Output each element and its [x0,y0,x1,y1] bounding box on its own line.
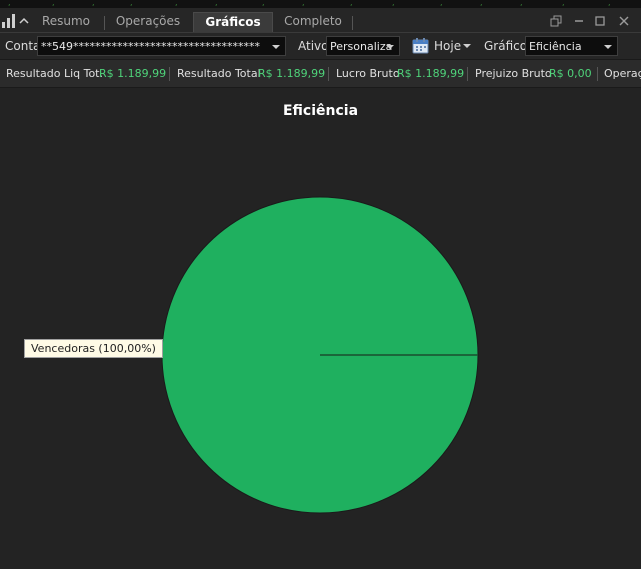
ativo-label: Ativo [298,39,329,53]
tab-resumo[interactable]: Resumo [36,12,96,31]
top-status-strip: ,,,,,,,,,,,,,,, [0,0,641,8]
summary-bar: Resultado Liq Tot. R$ 1.189,99 Resultado… [0,59,641,88]
pie-slice-label: Vencedoras (100,00%) [24,339,163,358]
summary-value-prejuizo-bruto: R$ 0,00 [549,67,592,80]
summary-label-resultado-liq: Resultado Liq Tot. [6,67,103,80]
status-tick: , [52,0,55,7]
chevron-down-icon [386,45,394,49]
status-tick: , [520,0,523,7]
chevron-down-icon [272,45,280,49]
status-tick: , [92,0,95,7]
tab-separator [352,16,353,30]
summary-value-resultado-total: R$ 1.189,99 [258,67,326,80]
summary-value-lucro-bruto: R$ 1.189,99 [397,67,465,80]
summary-value-resultado-liq: R$ 1.189,99 [99,67,167,80]
ativo-select[interactable]: Personaliza [326,36,400,56]
restore-window-icon[interactable] [549,14,563,28]
summary-separator [597,67,598,81]
status-tick: , [8,0,11,7]
status-tick: , [215,0,218,7]
grafico-label: Gráfico [484,39,528,53]
status-tick: , [175,0,178,7]
maximize-icon[interactable] [593,14,607,28]
status-tick: , [262,0,265,7]
bar-chart-icon[interactable] [1,13,17,29]
chevron-down-icon [604,45,612,49]
ativo-value: Personaliza [330,40,393,53]
summary-label-operacoes: Operaç [604,67,641,80]
tab-operacoes[interactable]: Operações [112,12,184,31]
status-tick: , [302,0,305,7]
tab-graficos[interactable]: Gráficos [193,12,273,32]
status-tick: , [350,0,353,7]
summary-label-lucro-bruto: Lucro Bruto [336,67,400,80]
status-tick: , [130,0,133,7]
status-tick: , [608,0,611,7]
periodo-value: Hoje [434,39,462,53]
chevron-down-icon [463,44,471,48]
minimize-icon[interactable] [572,14,586,28]
summary-label-resultado-total: Resultado Total [177,67,261,80]
chevron-up-icon[interactable] [18,14,30,28]
calendar-icon[interactable] [412,37,429,54]
periodo-select[interactable]: Hoje [432,36,474,56]
summary-separator [467,67,468,81]
chart-title: Eficiência [282,103,359,119]
status-tick: , [392,0,395,7]
summary-label-prejuizo-bruto: Prejuizo Bruto [475,67,552,80]
conta-select[interactable]: **549********************************** [37,36,286,56]
grafico-value: Eficiência [529,40,582,53]
status-tick: , [480,0,483,7]
summary-separator [328,67,329,81]
tab-separator [104,16,105,30]
tab-bar: Resumo Operações Gráficos Completo [0,8,641,33]
summary-separator [169,67,170,81]
close-icon[interactable] [617,14,631,28]
filter-toolbar: Conta **549*****************************… [0,33,641,59]
conta-value: **549********************************** [41,40,260,53]
conta-label: Conta [5,39,41,53]
status-tick: , [562,0,565,7]
efficiency-pie-chart [156,196,479,514]
status-tick: , [440,0,443,7]
grafico-select[interactable]: Eficiência [525,36,618,56]
tab-completo[interactable]: Completo [280,12,346,31]
